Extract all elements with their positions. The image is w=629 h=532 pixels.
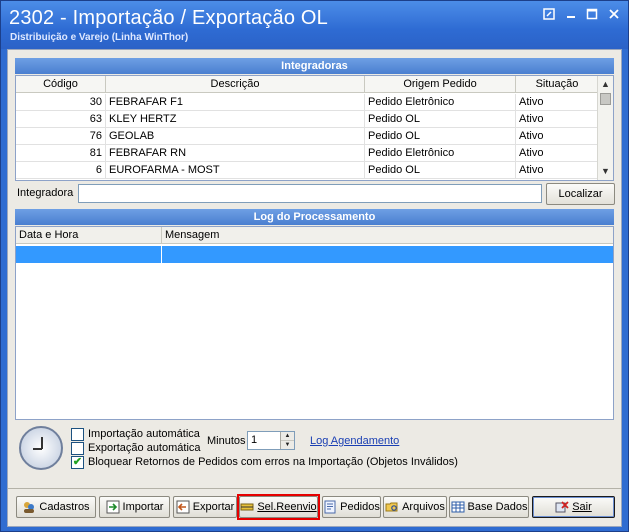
cell-situacao: Ativo bbox=[516, 111, 599, 127]
base-dados-button[interactable]: Base Dados bbox=[449, 496, 529, 518]
cell-descricao: EUROFARMA - MOST bbox=[106, 162, 365, 178]
localizar-button[interactable]: Localizar bbox=[546, 183, 615, 205]
col-situacao[interactable]: Situação bbox=[516, 76, 599, 92]
exportar-label: Exportar bbox=[192, 501, 235, 513]
main-window: 2302 - Importação / Exportação OL Distri… bbox=[0, 0, 629, 532]
minutes-value: 1 bbox=[251, 434, 258, 446]
table-icon bbox=[451, 500, 465, 514]
cell-origem: Pedido OL bbox=[365, 128, 516, 144]
sel-reenvio-highlight bbox=[237, 494, 320, 520]
export-auto-checkbox[interactable] bbox=[71, 442, 84, 455]
cell-codigo: 81 bbox=[16, 145, 106, 161]
importar-label: Importar bbox=[122, 501, 164, 513]
export-icon bbox=[176, 500, 190, 514]
integradora-input[interactable] bbox=[78, 184, 542, 203]
cell-descricao: FEBRAFAR F1 bbox=[106, 94, 365, 110]
cell-descricao: KLEY HERTZ bbox=[106, 111, 365, 127]
window-subtitle: Distribuição e Varejo (Linha WinThor) bbox=[10, 32, 189, 43]
stepper-up-icon[interactable]: ▲ bbox=[281, 432, 294, 441]
scroll-up-icon[interactable]: ▲ bbox=[598, 77, 613, 92]
export-auto-label: Exportação automática bbox=[88, 442, 201, 454]
base-dados-label: Base Dados bbox=[467, 501, 528, 513]
col-codigo[interactable]: Código bbox=[16, 76, 106, 92]
log-selected-row[interactable] bbox=[16, 246, 613, 263]
window-title: 2302 - Importação / Exportação OL bbox=[9, 7, 328, 29]
cadastros-button[interactable]: Cadastros bbox=[16, 496, 96, 518]
users-icon bbox=[22, 500, 36, 514]
maximize-icon[interactable] bbox=[584, 8, 600, 24]
scroll-thumb[interactable] bbox=[600, 93, 611, 105]
table-row[interactable]: 76 GEOLAB Pedido OL Ativo bbox=[16, 128, 599, 145]
minutes-label: Minutos bbox=[207, 435, 246, 447]
table-row[interactable]: 6 EUROFARMA - MOST Pedido OL Ativo bbox=[16, 162, 599, 179]
exportar-button[interactable]: Exportar bbox=[173, 496, 237, 518]
col-descricao[interactable]: Descrição bbox=[106, 76, 365, 92]
arquivos-label: Arquivos bbox=[402, 501, 445, 513]
cell-descricao: FEBRAFAR RN bbox=[106, 145, 365, 161]
col-data-hora[interactable]: Data e Hora bbox=[16, 227, 162, 243]
log-grid-header: Data e Hora Mensagem bbox=[16, 227, 613, 244]
block-checkbox[interactable]: ✔ bbox=[71, 456, 84, 469]
cell-codigo: 6 bbox=[16, 162, 106, 178]
integradora-label: Integradora bbox=[17, 187, 74, 199]
import-icon bbox=[106, 500, 120, 514]
cell-origem: Pedido OL bbox=[365, 111, 516, 127]
importar-button[interactable]: Importar bbox=[99, 496, 170, 518]
stepper-down-icon[interactable]: ▼ bbox=[281, 441, 294, 450]
pedidos-label: Pedidos bbox=[340, 501, 380, 513]
sair-label: Sair bbox=[572, 501, 592, 513]
minutes-stepper[interactable]: ▲ ▼ bbox=[280, 432, 294, 449]
table-row[interactable]: 63 KLEY HERTZ Pedido OL Ativo bbox=[16, 111, 599, 128]
cell-situacao: Ativo bbox=[516, 94, 599, 110]
log-grid[interactable]: Data e Hora Mensagem bbox=[15, 226, 614, 420]
table-row[interactable]: 81 FEBRAFAR RN Pedido Eletrônico Ativo bbox=[16, 145, 599, 162]
cell-codigo: 30 bbox=[16, 94, 106, 110]
sair-button[interactable]: Sair bbox=[532, 496, 615, 518]
document-icon bbox=[323, 500, 337, 514]
import-auto-checkbox[interactable] bbox=[71, 428, 84, 441]
scroll-down-icon[interactable]: ▼ bbox=[598, 164, 613, 179]
bottom-toolbar: Cadastros Importar Exportar Sel.Reenvio … bbox=[8, 488, 621, 526]
cell-codigo: 63 bbox=[16, 111, 106, 127]
minutes-input[interactable]: 1 ▲ ▼ bbox=[247, 431, 295, 450]
pedidos-button[interactable]: Pedidos bbox=[322, 496, 381, 518]
log-agendamento-link[interactable]: Log Agendamento bbox=[310, 435, 399, 447]
block-label: Bloquear Retornos de Pedidos com erros n… bbox=[88, 456, 458, 468]
integradoras-scrollbar[interactable]: ▲ ▼ bbox=[597, 76, 613, 180]
cell-descricao: GEOLAB bbox=[106, 128, 365, 144]
cell-situacao: Ativo bbox=[516, 128, 599, 144]
cell-origem: Pedido Eletrônico bbox=[365, 145, 516, 161]
clock-icon bbox=[19, 426, 63, 470]
folder-search-icon bbox=[385, 500, 399, 514]
cell-situacao: Ativo bbox=[516, 162, 599, 178]
title-bar: 2302 - Importação / Exportação OL Distri… bbox=[1, 1, 628, 49]
integradoras-header: Integradoras bbox=[15, 58, 614, 74]
col-origem-pedido[interactable]: Origem Pedido bbox=[365, 76, 516, 92]
table-row[interactable]: 30 FEBRAFAR F1 Pedido Eletrônico Ativo bbox=[16, 94, 599, 111]
col-mensagem[interactable]: Mensagem bbox=[162, 227, 613, 243]
exit-icon bbox=[555, 500, 569, 514]
cell-origem: Pedido OL bbox=[365, 162, 516, 178]
cadastros-label: Cadastros bbox=[39, 501, 90, 513]
cell-origem: Pedido Eletrônico bbox=[365, 94, 516, 110]
minimize-icon[interactable] bbox=[563, 8, 579, 24]
close-icon[interactable] bbox=[606, 8, 622, 24]
cell-codigo: 76 bbox=[16, 128, 106, 144]
integradoras-grid-header: Código Descrição Origem Pedido Situação bbox=[16, 76, 599, 93]
arquivos-button[interactable]: Arquivos bbox=[383, 496, 447, 518]
restore-icon[interactable] bbox=[541, 8, 557, 24]
cell-situacao: Ativo bbox=[516, 145, 599, 161]
import-auto-label: Importação automática bbox=[88, 428, 200, 440]
log-header: Log do Processamento bbox=[15, 209, 614, 225]
client-area: Integradoras Código Descrição Origem Ped… bbox=[7, 49, 622, 527]
integradoras-grid[interactable]: Código Descrição Origem Pedido Situação … bbox=[15, 75, 614, 181]
